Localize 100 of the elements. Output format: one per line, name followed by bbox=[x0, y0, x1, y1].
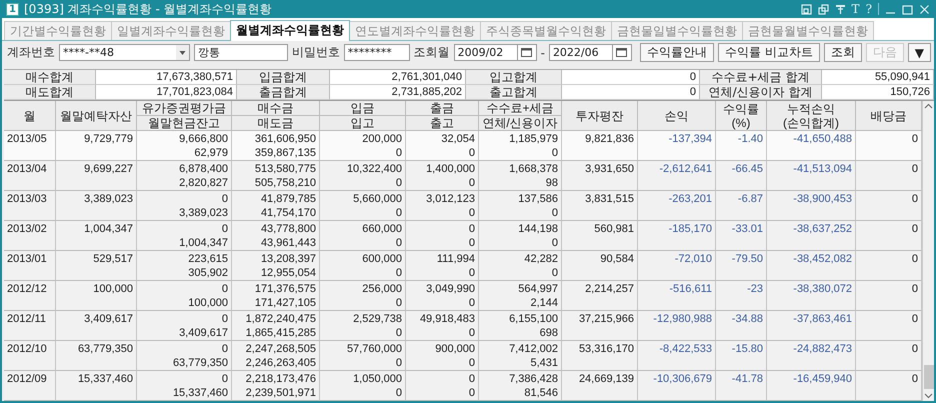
cell-value: 1,004,347 bbox=[84, 222, 133, 236]
account-dropdown[interactable]: ****-**48 bbox=[59, 44, 190, 61]
cell-value: 513,580,775 bbox=[254, 162, 316, 176]
cell-value: 2,529,738 bbox=[353, 312, 402, 326]
cell-value: 223,615 bbox=[188, 252, 228, 266]
cell-value: 0 bbox=[468, 372, 475, 386]
cell-value: 111,994 bbox=[436, 252, 475, 266]
cell-value: 41,754,170 bbox=[260, 206, 316, 220]
cell-value: 0 bbox=[468, 356, 475, 370]
cell-value: 1,865,415,285 bbox=[246, 326, 316, 340]
cell-value: 1,872,240,475 bbox=[246, 312, 316, 326]
cell-value: -263,201 bbox=[668, 192, 712, 206]
column-header: 연체/신용이자 bbox=[479, 116, 562, 131]
cell-value: 144,198 bbox=[518, 222, 558, 236]
cell-value: 2,247,268,505 bbox=[246, 342, 316, 356]
summary-value: 17,673,380,571 bbox=[96, 70, 237, 85]
column-header: 월말현금잔고 bbox=[137, 116, 232, 131]
summary-value: 2,761,301,040 bbox=[330, 70, 466, 85]
window-title: [0393] 계좌수익률현황 - 월별계좌수익률현황 bbox=[24, 0, 273, 18]
cell-value: 0 bbox=[912, 312, 918, 326]
cell-value: 171,427,105 bbox=[254, 296, 316, 310]
cell-value: 2012/09 bbox=[7, 372, 47, 386]
calendar-icon[interactable] bbox=[616, 48, 628, 57]
cell-value: 0 bbox=[222, 342, 228, 356]
cell-value: 42,282 bbox=[524, 252, 558, 266]
cell-value: 698 bbox=[540, 326, 558, 340]
column-header: 출고 bbox=[406, 116, 479, 131]
cell-value: -41,513,094 bbox=[793, 162, 852, 176]
cell-value: 0 bbox=[912, 342, 918, 356]
cell-value: -66.45 bbox=[732, 162, 763, 176]
cell-value: 63,779,350 bbox=[78, 342, 133, 356]
scroll-up-icon[interactable] bbox=[924, 103, 933, 109]
column-header: 매수금 bbox=[232, 101, 320, 116]
column-header: 월 bbox=[4, 101, 56, 131]
date-field[interactable]: 2022/06 bbox=[548, 44, 632, 61]
cell-value: 564,997 bbox=[518, 282, 558, 296]
cell-value: 0 bbox=[222, 192, 228, 206]
cell-value: 305,902 bbox=[188, 266, 228, 280]
field-label: 계좌번호 bbox=[7, 44, 55, 61]
cell-value: 0 bbox=[468, 296, 475, 310]
search-button[interactable]: 조회 bbox=[824, 43, 862, 62]
cell-value: 2013/04 bbox=[7, 162, 47, 176]
cell-value: 0 bbox=[396, 266, 402, 280]
password-field[interactable]: ******** bbox=[344, 44, 410, 61]
menu-button[interactable]: ▼ bbox=[908, 43, 931, 62]
maximize-icon[interactable] bbox=[902, 4, 913, 14]
cell-value: 900,000 bbox=[435, 342, 475, 356]
cell-value: 0 bbox=[468, 326, 475, 340]
cell-value: 62,979 bbox=[194, 146, 228, 160]
cell-value: -1.40 bbox=[738, 132, 763, 146]
cell-value: 100,000 bbox=[93, 282, 133, 296]
dropdown-icon[interactable] bbox=[176, 45, 189, 60]
account-name-field[interactable]: 깡통 bbox=[194, 44, 288, 61]
cell-value: 9,699,227 bbox=[84, 162, 133, 176]
cell-value: 660,000 bbox=[362, 222, 402, 236]
cell-value: 6,878,400 bbox=[179, 162, 228, 176]
cell-value: 3,012,123 bbox=[426, 192, 475, 206]
calendar-icon[interactable] bbox=[521, 48, 532, 57]
close-icon[interactable] bbox=[919, 4, 930, 14]
window-icon[interactable] bbox=[800, 4, 812, 14]
cell-value: 57,760,000 bbox=[346, 342, 402, 356]
cell-value: -137,394 bbox=[668, 132, 712, 146]
cell-value: -10,306,679 bbox=[653, 372, 712, 386]
cell-value: 12,955,054 bbox=[260, 266, 316, 280]
tab[interactable]: 월별계좌수익률현황 bbox=[230, 20, 350, 41]
cell-value: -79.50 bbox=[732, 252, 763, 266]
cell-value: 2,239,501,971 bbox=[246, 386, 316, 400]
cell-value: 200,000 bbox=[362, 132, 402, 146]
guide-button[interactable]: 수익률안내 bbox=[640, 43, 714, 62]
cell-value: 7,412,002 bbox=[509, 342, 558, 356]
chart-button[interactable]: 수익률 비교차트 bbox=[718, 43, 820, 62]
cell-value: 0 bbox=[468, 236, 475, 250]
cell-value: -41.78 bbox=[732, 372, 763, 386]
cell-value: 90,584 bbox=[600, 252, 634, 266]
column-header: 입고 bbox=[320, 116, 406, 131]
column-header: 수익률 (%) bbox=[716, 101, 767, 131]
scrollbar-thumb[interactable] bbox=[924, 365, 934, 389]
cell-value: -516,611 bbox=[669, 282, 712, 296]
cell-value: 0 bbox=[396, 326, 402, 340]
cell-value: 37,215,966 bbox=[578, 312, 634, 326]
cascade-icon[interactable] bbox=[818, 4, 829, 14]
pin-icon[interactable] bbox=[834, 4, 846, 14]
cell-value: 0 bbox=[396, 356, 402, 370]
cell-value: 0 bbox=[912, 132, 918, 146]
cell-value: 9,729,779 bbox=[84, 132, 133, 146]
date-field[interactable]: 2009/02 bbox=[454, 44, 537, 61]
cell-value: 43,961,443 bbox=[260, 236, 316, 250]
cell-value: 9,821,836 bbox=[585, 132, 634, 146]
cell-value: 98 bbox=[546, 176, 558, 190]
cell-value: 0 bbox=[912, 252, 918, 266]
cell-value: 63,779,350 bbox=[172, 356, 228, 370]
cell-value: 256,000 bbox=[362, 282, 402, 296]
summary-label: 출금합계 bbox=[237, 85, 330, 100]
cell-value: 2012/10 bbox=[7, 342, 47, 356]
column-header: 출금 bbox=[406, 101, 479, 116]
summary-label: 입금합계 bbox=[237, 70, 330, 85]
cell-value: 0 bbox=[552, 206, 558, 220]
scroll-down-icon[interactable] bbox=[924, 393, 933, 399]
cell-value: -2,612,641 bbox=[659, 162, 712, 176]
cell-value: 1,668,378 bbox=[509, 162, 558, 176]
